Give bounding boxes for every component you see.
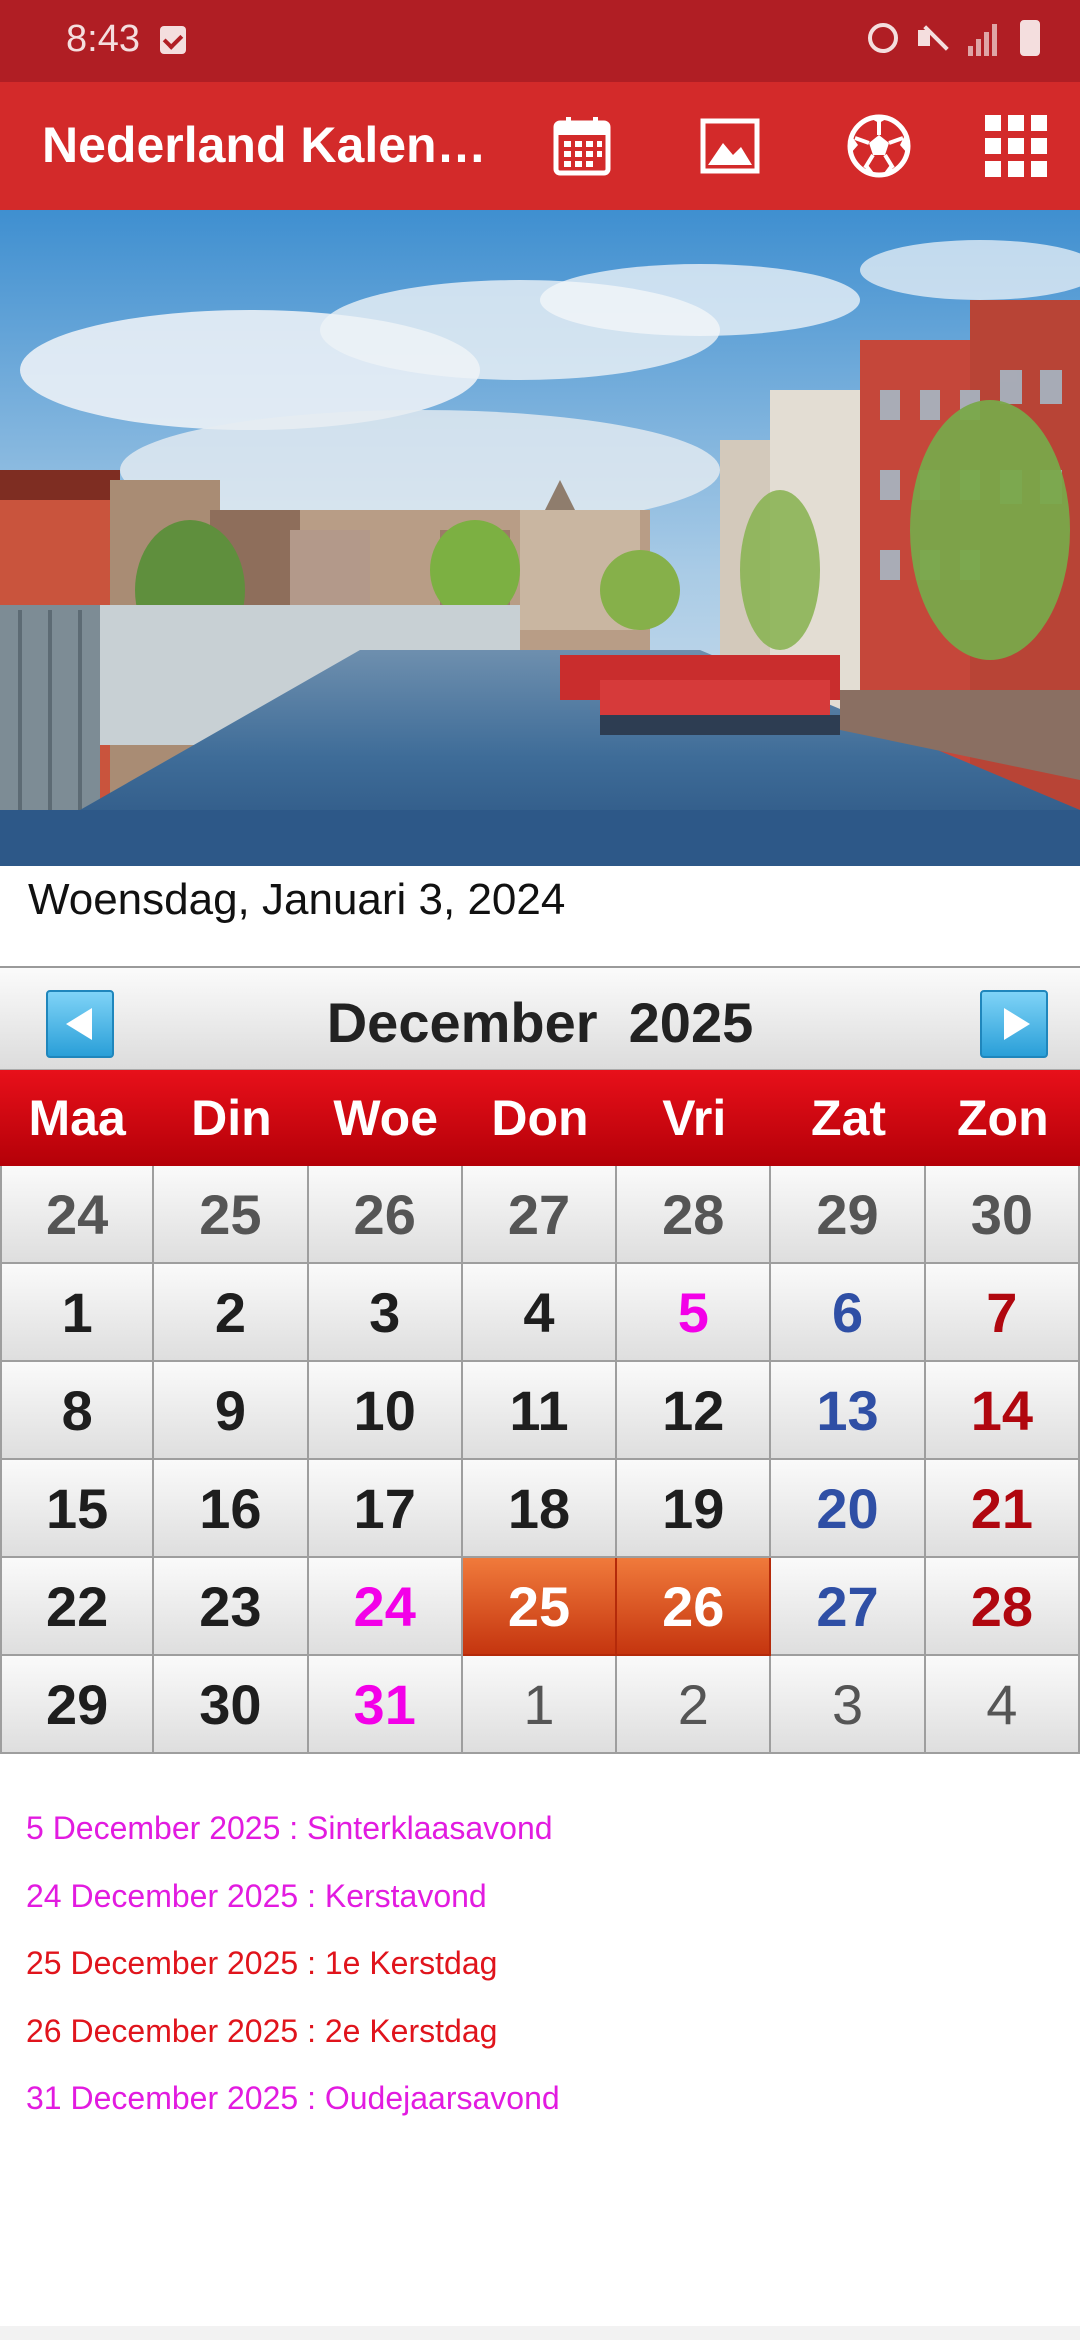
- banner-photo: [0, 210, 1080, 866]
- soccer-button[interactable]: [843, 110, 915, 182]
- next-month-button[interactable]: [980, 990, 1048, 1058]
- day-cell[interactable]: 23: [154, 1558, 309, 1656]
- day-cell[interactable]: 19: [617, 1460, 772, 1558]
- day-cell[interactable]: 4: [462, 1264, 618, 1362]
- day-cell-next-month[interactable]: 2: [617, 1656, 772, 1754]
- day-cell[interactable]: 30: [154, 1656, 309, 1754]
- grid-menu-icon: [985, 115, 1047, 177]
- day-cell[interactable]: 2: [154, 1264, 309, 1362]
- day-cell[interactable]: 1: [0, 1264, 155, 1362]
- status-icons: [868, 20, 1040, 56]
- app-bar: Nederland Kalen…: [0, 82, 1080, 210]
- signal-icon: [968, 20, 1002, 56]
- battery-charging-icon: [1020, 20, 1040, 56]
- day-cell[interactable]: 11: [462, 1362, 618, 1460]
- day-cell[interactable]: 18: [462, 1460, 618, 1558]
- day-cell-next-month[interactable]: 4: [925, 1656, 1080, 1754]
- holiday-item: 5 December 2025 : Sinterklaasavond: [26, 1810, 553, 1846]
- holiday-item: 24 December 2025 : Kerstavond: [26, 1877, 487, 1914]
- day-cell-public-holiday[interactable]: 25: [462, 1558, 618, 1656]
- day-cell-next-month[interactable]: 1: [462, 1656, 618, 1754]
- holiday-item: 25 December 2025 : 1e Kerstdag: [26, 1945, 498, 1981]
- weekday-label: Vri: [662, 1090, 727, 1146]
- day-cell[interactable]: 3: [308, 1264, 463, 1362]
- day-cell-public-holiday[interactable]: 26: [617, 1558, 772, 1656]
- calendar-icon: [553, 117, 611, 176]
- app-title: Nederland Kalen…: [42, 117, 482, 173]
- holiday-item: 31 December 2025 : Oudejaarsavond: [26, 2080, 560, 2116]
- day-cell-holiday[interactable]: 24: [308, 1558, 463, 1656]
- day-cell[interactable]: 25: [154, 1166, 309, 1264]
- day-grid: 24 25 26 27 28 29 30 1 2 3 4 5 6 7 8 9 1…: [0, 1166, 1080, 1754]
- mute-icon: [916, 20, 950, 56]
- weekday-label: Din: [191, 1090, 272, 1146]
- alarm-icon: [868, 23, 898, 53]
- day-cell-saturday[interactable]: 6: [771, 1264, 926, 1362]
- day-cell[interactable]: 29: [771, 1166, 926, 1264]
- day-cell[interactable]: 8: [0, 1362, 155, 1460]
- day-cell-sunday[interactable]: 7: [925, 1264, 1080, 1362]
- month-calendar: December 2025 Maa Din Woe Don Vri Zat Zo…: [0, 966, 1080, 1756]
- day-cell-saturday[interactable]: 27: [771, 1558, 926, 1656]
- weekday-label: Zon: [957, 1090, 1049, 1146]
- status-bar: 8:43: [0, 0, 1080, 82]
- weekday-header-row: Maa Din Woe Don Vri Zat Zon: [0, 1070, 1080, 1166]
- day-cell[interactable]: 26: [308, 1166, 463, 1264]
- day-cell[interactable]: 29: [0, 1656, 155, 1754]
- calendar-button[interactable]: [546, 110, 618, 182]
- day-cell-sunday[interactable]: 14: [925, 1362, 1080, 1460]
- weekday-label: Maa: [28, 1090, 126, 1146]
- menu-grid-button[interactable]: [980, 110, 1052, 182]
- weekday-label: Don: [491, 1090, 589, 1146]
- current-date-text: Woensdag, Januari 3, 2024: [28, 875, 566, 924]
- status-time: 8:43: [66, 18, 140, 60]
- day-cell[interactable]: 24: [0, 1166, 155, 1264]
- day-cell[interactable]: 16: [154, 1460, 309, 1558]
- day-cell[interactable]: 22: [0, 1558, 155, 1656]
- weekday-label: Zat: [811, 1090, 887, 1146]
- holiday-item: 26 December 2025 : 2e Kerstdag: [26, 2012, 498, 2049]
- day-cell[interactable]: 10: [308, 1362, 463, 1460]
- image-button[interactable]: [694, 110, 766, 182]
- bottom-nav-strip: [0, 2326, 1080, 2340]
- notification-check-icon: [160, 26, 186, 54]
- weekday-label: Woe: [333, 1090, 439, 1146]
- holiday-list: 5 December 2025 : Sinterklaasavond 24 De…: [26, 1806, 560, 2144]
- day-cell-holiday[interactable]: 5: [617, 1264, 772, 1362]
- day-cell-sunday[interactable]: 21: [925, 1460, 1080, 1558]
- soccer-ball-icon: [847, 114, 911, 178]
- day-cell-next-month[interactable]: 3: [771, 1656, 926, 1754]
- day-cell-holiday[interactable]: 31: [308, 1656, 463, 1754]
- day-cell[interactable]: 9: [154, 1362, 309, 1460]
- day-cell[interactable]: 15: [0, 1460, 155, 1558]
- day-cell-saturday[interactable]: 13: [771, 1362, 926, 1460]
- day-cell[interactable]: 12: [617, 1362, 772, 1460]
- month-title: December 2025: [326, 991, 754, 1054]
- image-icon: [700, 118, 760, 174]
- day-cell-sunday[interactable]: 28: [925, 1558, 1080, 1656]
- calendar-header: December 2025: [0, 968, 1080, 1070]
- day-cell[interactable]: 27: [462, 1166, 618, 1264]
- day-cell[interactable]: 30: [925, 1166, 1080, 1264]
- day-cell[interactable]: 17: [308, 1460, 463, 1558]
- day-cell[interactable]: 28: [617, 1166, 772, 1264]
- day-cell-saturday[interactable]: 20: [771, 1460, 926, 1558]
